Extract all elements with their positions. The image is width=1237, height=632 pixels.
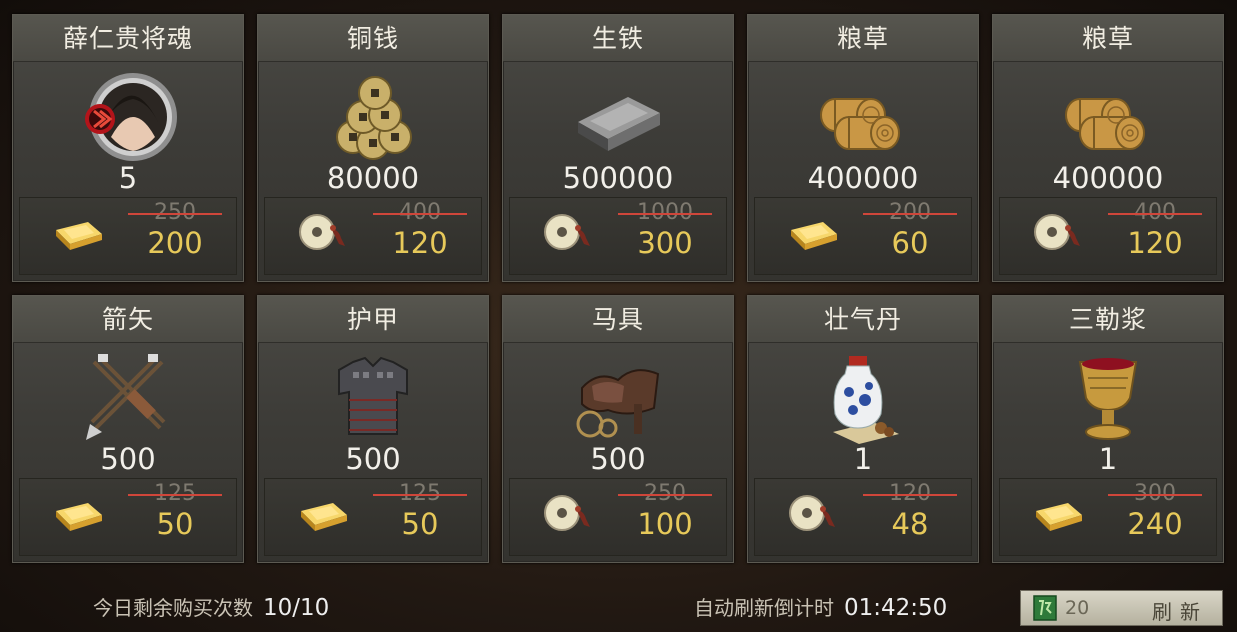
item-name: 薛仁贵将魂 — [13, 15, 243, 62]
original-price: 250 — [128, 200, 222, 225]
refresh-cost: 20 — [1065, 597, 1090, 619]
item-name: 粮草 — [993, 15, 1223, 62]
jade-coin-icon — [544, 495, 590, 531]
saddle-icon — [576, 369, 660, 438]
price-panel: 400 120 — [264, 197, 482, 275]
gold-ingot-icon — [791, 222, 837, 250]
remaining-purchases: 今日剩余购买次数 10/10 — [93, 592, 329, 621]
porcelain-vase-pills-icon — [833, 356, 899, 444]
item-quantity: 1 — [1098, 442, 1118, 476]
shop-item-card[interactable]: 箭矢 500 125 50 — [12, 295, 244, 563]
hay-bales-icon — [1065, 98, 1145, 150]
discount-price: 50 — [156, 507, 194, 541]
original-price: 400 — [373, 200, 467, 225]
discount-price: 100 — [637, 507, 693, 541]
shop-item-card[interactable]: 薛仁贵将魂 5 250 200 — [12, 14, 244, 282]
original-price: 250 — [618, 481, 712, 506]
remaining-purchases-label: 今日剩余购买次数 — [93, 596, 253, 620]
item-name: 三勒浆 — [993, 296, 1223, 343]
item-quantity: 500 — [345, 442, 401, 476]
original-price: 125 — [373, 481, 467, 506]
original-price: 400 — [1108, 200, 1202, 225]
original-price: 1000 — [618, 200, 712, 225]
discount-price: 120 — [1127, 226, 1183, 260]
shop-item-card[interactable]: 壮气丹 1 120 48 — [747, 295, 979, 563]
shop-item-card[interactable]: 生铁 500000 1000 300 — [502, 14, 734, 282]
iron-ingot-icon — [578, 97, 660, 151]
green-token-icon — [1033, 595, 1057, 621]
item-name: 马具 — [503, 296, 733, 343]
item-name: 箭矢 — [13, 296, 243, 343]
copper-coins-icon — [336, 76, 412, 160]
hay-bales-icon — [820, 98, 900, 150]
original-price: 120 — [863, 481, 957, 506]
auto-refresh-countdown: 01:42:50 — [844, 595, 948, 621]
shop-item-card[interactable]: 粮草 400000 200 60 — [747, 14, 979, 282]
item-quantity: 500 — [590, 442, 646, 476]
discount-price: 50 — [401, 507, 439, 541]
price-panel: 125 50 — [264, 478, 482, 556]
item-quantity: 80000 — [326, 161, 420, 195]
auto-refresh-label: 自动刷新倒计时 — [694, 596, 834, 620]
general-soul-portrait-icon — [85, 73, 177, 161]
shop-item-card[interactable]: 马具 500 250 100 — [502, 295, 734, 563]
auto-refresh-timer: 自动刷新倒计时 01:42:50 — [694, 592, 947, 621]
item-quantity: 400000 — [807, 161, 919, 195]
shop-item-card[interactable]: 三勒浆 1 300 240 — [992, 295, 1224, 563]
item-quantity: 500 — [100, 442, 156, 476]
gold-ingot-icon — [1036, 503, 1082, 531]
price-panel: 250 200 — [19, 197, 237, 275]
price-panel: 400 120 — [999, 197, 1217, 275]
discount-price: 60 — [891, 226, 929, 260]
item-quantity: 1 — [853, 442, 873, 476]
shop-item-card[interactable]: 铜钱 80000 400 120 — [257, 14, 489, 282]
discount-price: 240 — [1127, 507, 1183, 541]
remaining-purchases-value: 10/10 — [263, 595, 330, 621]
price-panel: 125 50 — [19, 478, 237, 556]
price-panel: 250 100 — [509, 478, 727, 556]
shop-item-card[interactable]: 粮草 400000 400 120 — [992, 14, 1224, 282]
discount-price: 48 — [891, 507, 929, 541]
item-name: 生铁 — [503, 15, 733, 62]
refresh-label: 刷新 — [1152, 600, 1208, 624]
discount-price: 120 — [392, 226, 448, 260]
armor-icon — [338, 356, 408, 435]
item-quantity: 5 — [118, 161, 138, 195]
jade-coin-icon — [789, 495, 835, 531]
item-name: 粮草 — [748, 15, 978, 62]
wine-goblet-icon — [1078, 358, 1138, 440]
item-name: 壮气丹 — [748, 296, 978, 343]
item-name: 铜钱 — [258, 15, 488, 62]
shop-grid: 薛仁贵将魂 5 250 200 铜钱 80000 400 120 生铁 5000… — [12, 14, 1226, 564]
refresh-button[interactable]: 20 刷新 — [1020, 590, 1223, 626]
original-price: 125 — [128, 481, 222, 506]
arrows-quiver-icon — [86, 354, 166, 440]
gold-ingot-icon — [56, 503, 102, 531]
price-panel: 120 48 — [754, 478, 972, 556]
item-quantity: 500000 — [562, 161, 674, 195]
original-price: 200 — [863, 200, 957, 225]
discount-price: 200 — [147, 226, 203, 260]
item-quantity: 400000 — [1052, 161, 1164, 195]
original-price: 300 — [1108, 481, 1202, 506]
gold-ingot-icon — [301, 503, 347, 531]
shop-item-card[interactable]: 护甲 500 125 50 — [257, 295, 489, 563]
price-panel: 200 60 — [754, 197, 972, 275]
gold-ingot-icon — [56, 222, 102, 250]
discount-price: 300 — [637, 226, 693, 260]
jade-coin-icon — [544, 214, 590, 250]
item-name: 护甲 — [258, 296, 488, 343]
jade-coin-icon — [299, 214, 345, 250]
jade-coin-icon — [1034, 214, 1080, 250]
price-panel: 1000 300 — [509, 197, 727, 275]
price-panel: 300 240 — [999, 478, 1217, 556]
